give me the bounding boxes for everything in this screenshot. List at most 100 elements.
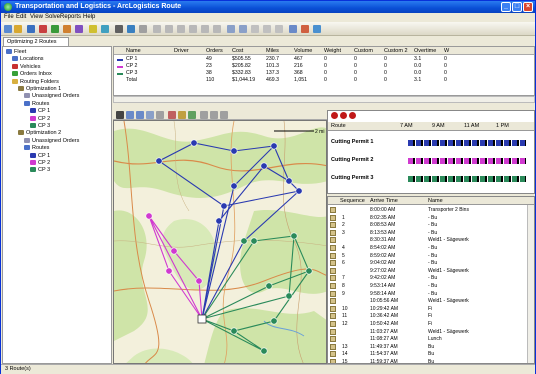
route-color-swatch <box>117 59 123 61</box>
zoom-out-icon[interactable] <box>239 25 247 33</box>
measure-icon[interactable] <box>200 111 208 119</box>
gantt-stop-icon[interactable] <box>331 112 338 119</box>
unassign-icon[interactable] <box>139 25 147 33</box>
tree-item[interactable]: Fleet <box>6 49 26 56</box>
gantt-route-bar[interactable] <box>408 158 526 164</box>
grid-column-header[interactable]: Overtime <box>414 47 436 55</box>
map-zoom-in-icon[interactable] <box>126 111 134 119</box>
table-row[interactable]: CP 3 38 $332.83 137.3 368 0 0 0 0.0 0 <box>114 70 534 77</box>
sequence-col-header: Sequence <box>340 198 365 204</box>
binoculars-icon[interactable] <box>115 25 123 33</box>
map-settings-icon[interactable] <box>220 111 228 119</box>
route-map[interactable]: 2 mi <box>113 120 327 364</box>
tree-item[interactable]: Unassigned Orders <box>24 93 79 100</box>
menu-file[interactable]: File <box>4 14 14 20</box>
grid-column-header[interactable]: Orders <box>206 47 223 55</box>
route-icon[interactable] <box>75 25 83 33</box>
gantt-panel: Route 7 AM 9 AM 11 AM 1 PM Cutting Permi… <box>327 110 535 194</box>
tree-item[interactable]: Routing Folders <box>12 78 59 86</box>
layout-icon[interactable] <box>289 25 297 33</box>
table-cell: 0 <box>324 77 327 83</box>
map-pan-icon[interactable] <box>146 111 154 119</box>
table-row[interactable]: CP 1 49 $505.55 230.7 467 0 0 0 3.1 0 <box>114 56 534 63</box>
pan-icon[interactable] <box>251 25 259 33</box>
grid-column-header[interactable]: Cost <box>232 47 243 55</box>
maximize-button[interactable]: □ <box>512 2 522 12</box>
tree-node-icon <box>18 130 24 136</box>
tree-item[interactable]: CP 3 <box>30 123 50 130</box>
map-zoom-out-icon[interactable] <box>136 111 144 119</box>
tree-item[interactable]: Routes <box>24 145 49 152</box>
clock-icon[interactable] <box>313 25 321 33</box>
tree-item[interactable]: Unassigned Orders <box>24 137 79 145</box>
menu-view[interactable]: View <box>30 14 43 20</box>
grid-column-header[interactable]: Name <box>126 47 141 55</box>
redo-icon[interactable] <box>213 25 221 33</box>
tree-item[interactable]: Vehicles <box>12 63 41 71</box>
tree-item[interactable]: CP 1 <box>30 108 50 115</box>
table-row[interactable]: Total 110 $1,044.19 469.3 1,051 0 0 0 3.1 0 <box>114 77 534 84</box>
tree-item[interactable]: Routes <box>24 100 49 108</box>
close-button[interactable]: × <box>523 2 533 12</box>
draw-barrier-icon[interactable] <box>188 111 196 119</box>
menu-help[interactable]: Help <box>83 14 95 20</box>
table-row[interactable]: CP 2 23 $205.82 101.3 216 0 0 0 0.0 0 <box>114 63 534 70</box>
tree-item[interactable]: CP 2 <box>30 160 50 167</box>
report-icon[interactable] <box>301 25 309 33</box>
vehicle-icon[interactable] <box>39 25 47 33</box>
minimize-button[interactable]: _ <box>501 2 511 12</box>
menu-edit[interactable]: Edit <box>16 14 26 20</box>
print-map-icon[interactable] <box>210 111 218 119</box>
gantt-pause-icon[interactable] <box>349 112 356 119</box>
gantt-route-label[interactable]: Cutting Permit 2 <box>331 157 373 163</box>
open-icon[interactable] <box>14 25 22 33</box>
table-cell: 0 <box>324 56 327 62</box>
gantt-route-label[interactable]: Cutting Permit 3 <box>331 175 373 181</box>
location-icon[interactable] <box>63 25 71 33</box>
table-cell: $332.83 <box>232 70 251 76</box>
gantt-route-bar[interactable] <box>408 176 526 182</box>
grid-column-header[interactable]: Miles <box>266 47 279 55</box>
tree-item[interactable]: Optimization 2 <box>18 130 61 137</box>
cut-icon[interactable] <box>153 25 161 33</box>
extent-icon[interactable] <box>263 25 271 33</box>
gantt-route-bar[interactable] <box>408 140 526 146</box>
menu-reports[interactable]: Reports <box>60 14 81 20</box>
gantt-route-label[interactable]: Cutting Permit 1 <box>331 139 373 145</box>
save-icon[interactable] <box>27 25 35 33</box>
toolbar <box>1 22 535 36</box>
grid-column-header[interactable]: Driver <box>174 47 189 55</box>
select-arrow-icon[interactable] <box>116 111 124 119</box>
zoom-in-icon[interactable] <box>227 25 235 33</box>
tree-item[interactable]: CP 1 <box>30 152 50 160</box>
tree-item[interactable]: CP 2 <box>30 115 50 123</box>
grid-column-header[interactable]: Custom <box>354 47 373 55</box>
new-icon[interactable] <box>4 25 12 33</box>
map-extent-icon[interactable] <box>156 111 164 119</box>
paste-icon[interactable] <box>177 25 185 33</box>
map-canvas[interactable]: 2 mi <box>114 121 327 364</box>
undo-icon[interactable] <box>201 25 209 33</box>
previous-extent-icon[interactable] <box>275 25 283 33</box>
move-stop-icon[interactable] <box>178 111 186 119</box>
tree-item[interactable]: CP 3 <box>30 167 50 174</box>
delete-icon[interactable] <box>189 25 197 33</box>
copy-icon[interactable] <box>165 25 173 33</box>
grid-column-header[interactable]: Custom 2 <box>384 47 408 55</box>
order-icon[interactable] <box>51 25 59 33</box>
tree-item[interactable]: Orders Inbox <box>12 71 52 78</box>
menu-solve[interactable]: Solve <box>45 14 60 20</box>
grid-column-header[interactable]: W <box>444 47 449 55</box>
grid-horizontal-scrollbar[interactable] <box>113 96 535 103</box>
optimize-icon[interactable] <box>89 25 97 33</box>
assign-icon[interactable] <box>127 25 135 33</box>
add-stop-icon[interactable] <box>168 111 176 119</box>
grid-column-header[interactable]: Volume <box>294 47 312 55</box>
tree-item[interactable]: Locations <box>12 56 44 63</box>
gantt-record-icon[interactable] <box>340 112 347 119</box>
tab-optimizing-routes[interactable]: Optimizing 2 Routes <box>3 37 69 46</box>
tree-item[interactable]: Optimization 1 <box>18 86 61 93</box>
sequence-vertical-scrollbar[interactable] <box>527 205 534 363</box>
schedule-icon[interactable] <box>101 25 109 33</box>
grid-column-header[interactable]: Weight <box>324 47 341 55</box>
